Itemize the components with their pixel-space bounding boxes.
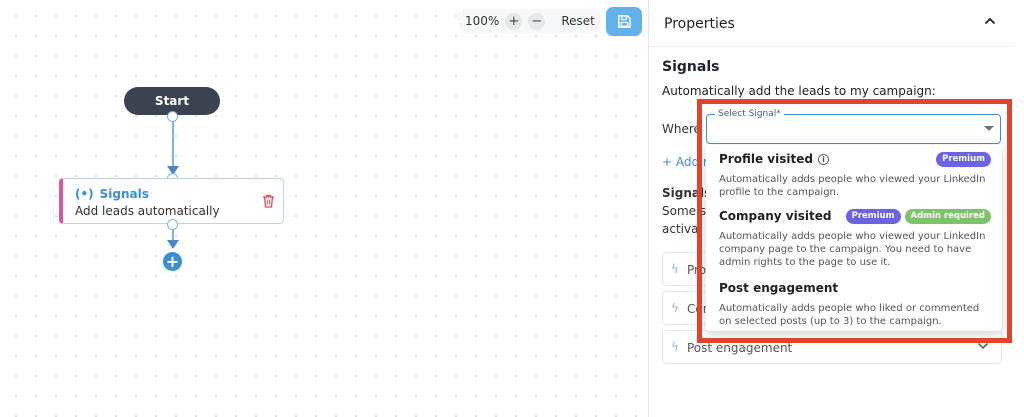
save-button[interactable] xyxy=(606,7,642,36)
connector-arrow-icon xyxy=(167,240,179,249)
section-title: Signals xyxy=(662,59,720,75)
add-step-button[interactable]: + xyxy=(163,252,182,271)
lightning-icon: ϟ xyxy=(671,340,679,354)
signal-output-port[interactable] xyxy=(167,219,178,230)
connector-line xyxy=(172,230,174,240)
where-label: Where xyxy=(662,122,701,136)
chevron-down-icon[interactable] xyxy=(977,342,989,350)
signal-node-label: Signals xyxy=(99,187,149,201)
signal-node[interactable]: (•) Signals Add leads automatically xyxy=(59,178,284,224)
flow-canvas[interactable]: 100% + − Reset Start (•) Signals Add lea… xyxy=(0,0,648,417)
floppy-disk-icon xyxy=(617,15,631,28)
chevron-up-icon[interactable] xyxy=(984,17,996,25)
start-label: Start xyxy=(154,94,190,108)
highlight-annotation-box xyxy=(697,99,1012,343)
signals-note-line2: activa xyxy=(662,222,699,236)
reset-button[interactable]: Reset xyxy=(561,14,595,28)
broadcast-icon: (•) xyxy=(75,187,94,201)
lightning-icon: ϟ xyxy=(671,301,679,315)
zoom-level: 100% xyxy=(465,14,500,28)
panel-header[interactable]: Properties xyxy=(649,0,1014,47)
trash-icon[interactable] xyxy=(262,194,275,208)
accordion-label: Post engagement xyxy=(687,341,793,355)
signal-node-title: (•) Signals xyxy=(75,187,149,201)
zoom-in-button[interactable]: + xyxy=(505,12,523,30)
lightning-icon: ϟ xyxy=(671,262,679,276)
zoom-out-button[interactable]: − xyxy=(528,12,546,30)
signal-node-subtitle: Add leads automatically xyxy=(75,204,220,218)
zoom-toolbar: 100% + − Reset xyxy=(459,9,601,33)
connector-line xyxy=(172,121,174,169)
section-description: Automatically add the leads to my campai… xyxy=(662,84,936,98)
panel-title: Properties xyxy=(664,16,735,32)
